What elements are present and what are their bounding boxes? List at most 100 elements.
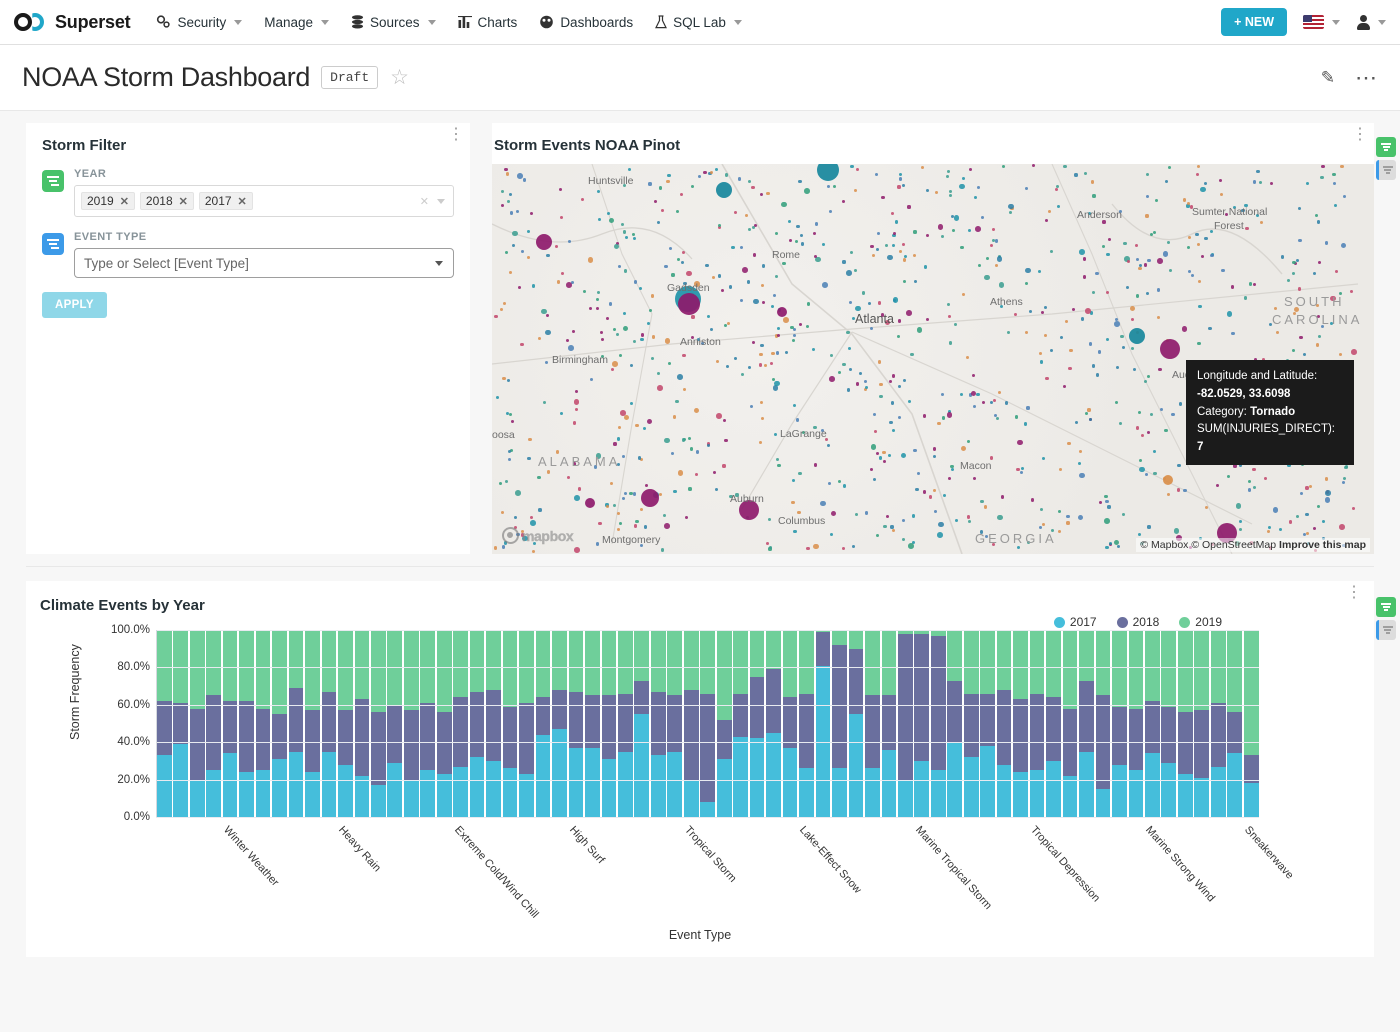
bar-column[interactable] (370, 630, 386, 817)
bar-segment-2019[interactable] (1145, 630, 1160, 702)
bar-segment-2018[interactable] (189, 708, 205, 780)
bar-segment-2019[interactable] (963, 630, 979, 694)
nav-item-security[interactable]: Security (156, 15, 243, 30)
bar-segment-2019[interactable] (716, 630, 732, 720)
bar-segment-2017[interactable] (1029, 770, 1045, 817)
bar-segment-2019[interactable] (568, 630, 584, 692)
bar-segment-2018[interactable] (338, 710, 353, 765)
bar-segment-2017[interactable] (1112, 764, 1127, 817)
bar-column[interactable] (766, 630, 781, 817)
bar-segment-2018[interactable] (1145, 701, 1160, 754)
bar-column[interactable] (535, 630, 551, 817)
bar-column[interactable] (222, 630, 238, 817)
bar-segment-2017[interactable] (354, 775, 370, 817)
bar-segment-2019[interactable] (1079, 630, 1094, 681)
vertical-dots-icon[interactable]: ⋮ (448, 126, 464, 142)
bar-segment-2017[interactable] (618, 751, 633, 817)
bar-segment-2017[interactable] (1062, 775, 1078, 817)
bar-segment-2018[interactable] (568, 691, 584, 748)
bar-segment-2018[interactable] (963, 693, 979, 758)
bar-segment-2018[interactable] (387, 704, 403, 763)
bar-column[interactable] (469, 630, 485, 817)
bar-column[interactable] (799, 630, 814, 817)
bar-segment-2018[interactable] (930, 635, 946, 771)
bar-segment-2019[interactable] (535, 630, 551, 698)
bar-column[interactable] (700, 630, 716, 817)
bar-column[interactable] (206, 630, 221, 817)
bar-column[interactable] (947, 630, 963, 817)
bar-segment-2018[interactable] (1194, 710, 1210, 778)
bar-column[interactable] (1194, 630, 1210, 817)
bar-segment-2017[interactable] (222, 753, 238, 817)
close-icon[interactable]: ✕ (120, 195, 129, 208)
bar-column[interactable] (914, 630, 930, 817)
bar-segment-2017[interactable] (1161, 762, 1177, 817)
bar-column[interactable] (683, 630, 699, 817)
year-multiselect[interactable]: 2019 ✕ 2018 ✕ 2017 ✕ ✕ (74, 185, 454, 217)
bar-column[interactable] (239, 630, 254, 817)
year-tag[interactable]: 2017 ✕ (198, 192, 253, 210)
bar-column[interactable] (1095, 630, 1111, 817)
bar-segment-2019[interactable] (453, 630, 469, 698)
bar-segment-2018[interactable] (486, 689, 501, 761)
bar-column[interactable] (288, 630, 304, 817)
bar-segment-2019[interactable] (996, 630, 1012, 690)
bar-segment-2019[interactable] (1013, 630, 1028, 700)
bar-segment-2018[interactable] (749, 676, 765, 739)
bar-column[interactable] (403, 630, 419, 817)
bar-column[interactable] (255, 630, 271, 817)
bar-column[interactable] (486, 630, 501, 817)
bar-column[interactable] (1243, 630, 1259, 817)
nav-item-manage[interactable]: Manage (264, 15, 330, 30)
bar-column[interactable] (650, 630, 666, 817)
bar-segment-2019[interactable] (683, 630, 699, 690)
bar-column[interactable] (601, 630, 617, 817)
bar-column[interactable] (1227, 630, 1243, 817)
bar-segment-2017[interactable] (502, 768, 518, 817)
close-icon[interactable]: ✕ (238, 195, 247, 208)
bar-column[interactable] (189, 630, 205, 817)
bar-segment-2017[interactable] (650, 755, 666, 817)
bar-column[interactable] (305, 630, 320, 817)
bar-segment-2017[interactable] (535, 734, 551, 817)
bar-column[interactable] (387, 630, 403, 817)
bar-segment-2019[interactable] (1062, 630, 1078, 709)
bar-segment-2017[interactable] (865, 768, 880, 817)
bar-segment-2019[interactable] (239, 630, 254, 702)
bar-segment-2017[interactable] (272, 759, 287, 817)
chevron-down-icon[interactable] (437, 198, 445, 204)
bar-segment-2018[interactable] (716, 719, 732, 760)
bar-segment-2019[interactable] (650, 630, 666, 692)
bar-column[interactable] (585, 630, 600, 817)
bar-column[interactable] (354, 630, 370, 817)
bar-column[interactable] (782, 630, 798, 817)
bar-segment-2019[interactable] (667, 630, 683, 696)
bar-segment-2018[interactable] (255, 708, 271, 771)
bar-segment-2018[interactable] (815, 631, 831, 666)
superset-brand[interactable]: Superset (14, 12, 131, 33)
bar-segment-2017[interactable] (683, 781, 699, 817)
bar-column[interactable] (321, 630, 337, 817)
bar-column[interactable] (272, 630, 287, 817)
bar-segment-2018[interactable] (552, 689, 567, 730)
bar-column[interactable] (436, 630, 452, 817)
bar-segment-2017[interactable] (486, 760, 501, 817)
bar-segment-2017[interactable] (1128, 770, 1144, 817)
bar-segment-2019[interactable] (222, 630, 238, 702)
bar-segment-2019[interactable] (321, 630, 337, 692)
bar-segment-2017[interactable] (733, 736, 748, 817)
bar-segment-2017[interactable] (469, 757, 485, 817)
pencil-icon[interactable]: ✎ (1321, 68, 1335, 88)
bar-segment-2017[interactable] (370, 785, 386, 817)
bar-segment-2018[interactable] (832, 644, 847, 769)
bar-segment-2019[interactable] (634, 630, 650, 681)
bar-segment-2019[interactable] (1177, 630, 1193, 713)
bar-segment-2019[interactable] (832, 630, 847, 645)
bar-segment-2018[interactable] (453, 697, 469, 767)
bar-segment-2017[interactable] (387, 762, 403, 817)
bar-column[interactable] (996, 630, 1012, 817)
bar-segment-2018[interactable] (1013, 699, 1028, 773)
rail-filter-badge-year[interactable] (1376, 597, 1396, 617)
bar-column[interactable] (1145, 630, 1160, 817)
bar-segment-2019[interactable] (947, 630, 963, 681)
